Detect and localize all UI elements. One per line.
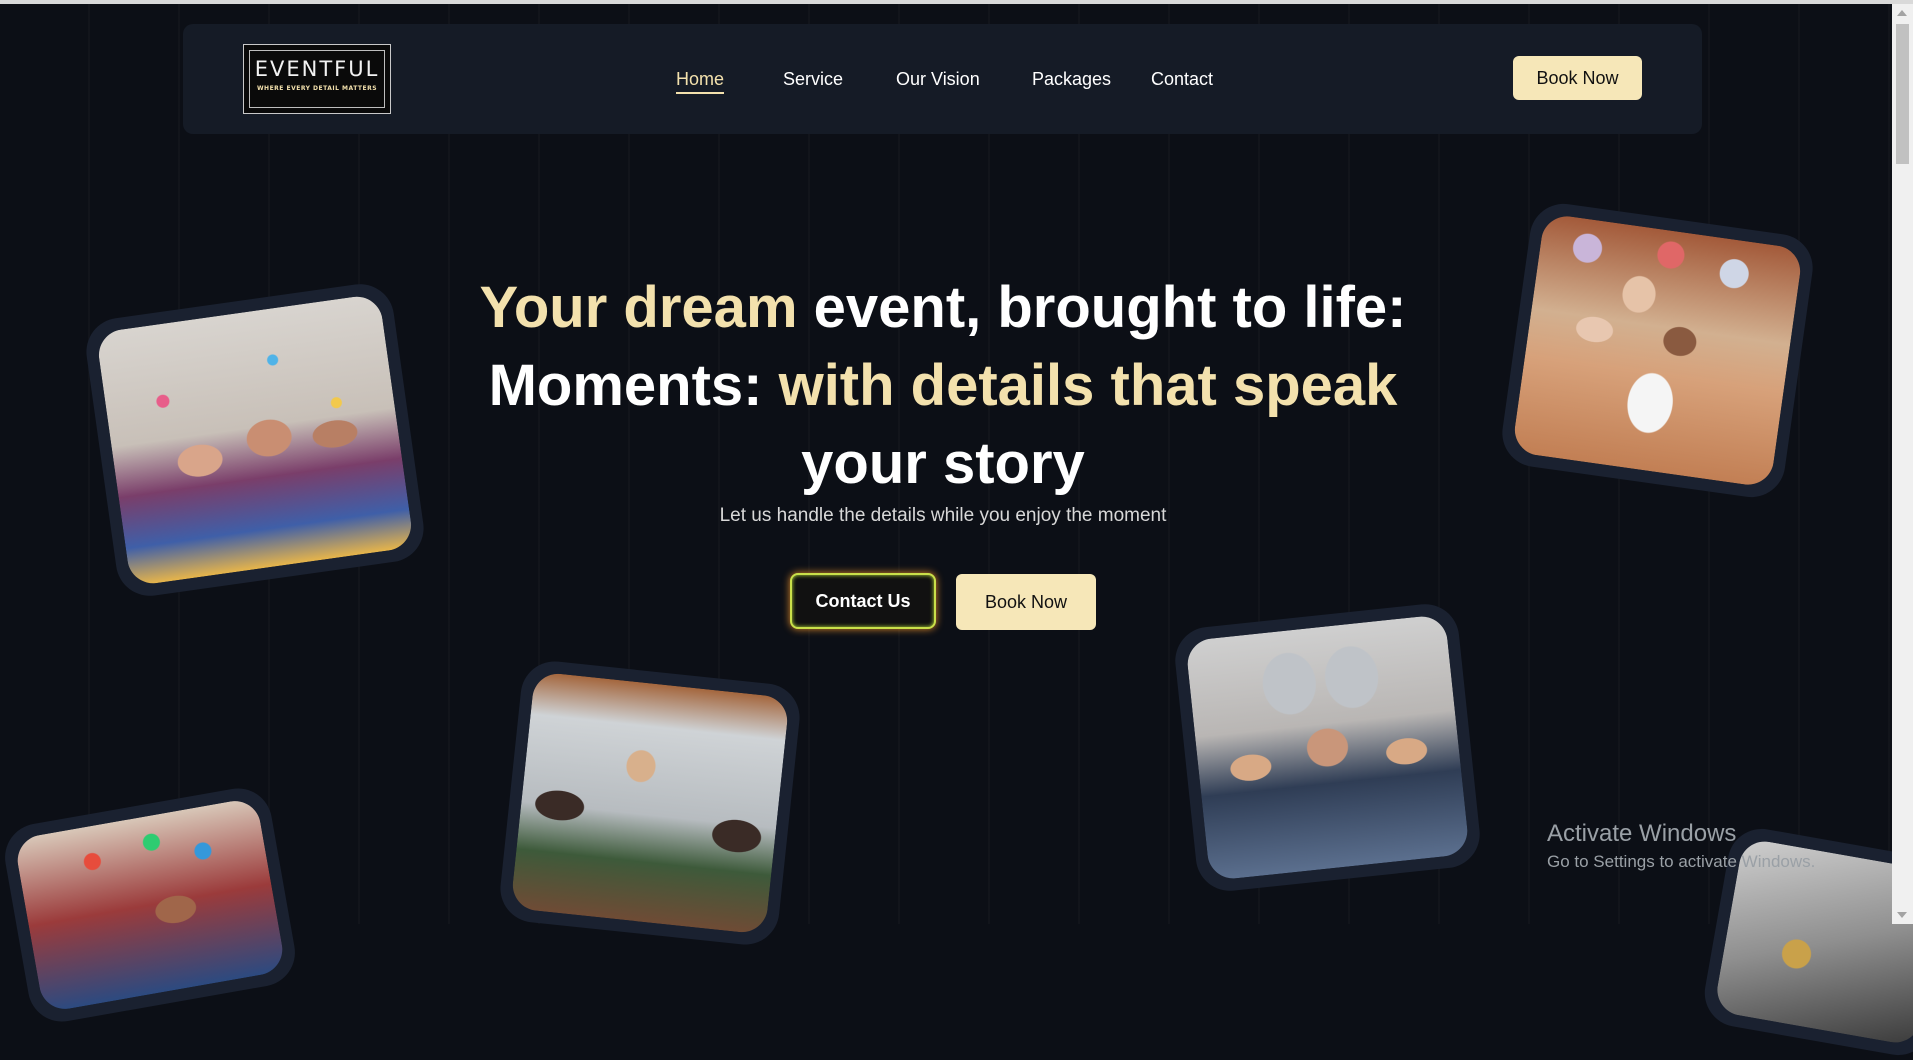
- activate-windows-hint: Go to Settings to activate Windows.: [1547, 852, 1816, 871]
- activate-windows-watermark: Activate Windows Go to Settings to activ…: [1547, 820, 1815, 872]
- hero-title-part3: Moments:: [488, 352, 779, 418]
- activate-windows-title: Activate Windows: [1547, 820, 1737, 847]
- eventful-logo[interactable]: EVENTFUL WHERE EVERY DETAIL MATTERS: [243, 44, 391, 114]
- hero-subtitle: Let us handle the details while you enjo…: [719, 505, 1167, 526]
- scrollbar-thumb[interactable]: [1896, 24, 1909, 164]
- vertical-scrollbar[interactable]: [1892, 4, 1913, 924]
- hero-book-now-button[interactable]: Book Now: [956, 574, 1096, 630]
- outdoor-dinner-photo: [497, 658, 803, 948]
- party-confetti-photo: [82, 279, 428, 601]
- sweet-16-party-photo: [1171, 600, 1484, 895]
- nav-contact[interactable]: Contact: [1151, 69, 1213, 90]
- nav-service[interactable]: Service: [783, 69, 843, 90]
- navbar: EVENTFUL WHERE EVERY DETAIL MATTERS Home…: [183, 24, 1702, 134]
- scroll-up-icon[interactable]: [1897, 10, 1907, 16]
- logo-tagline: WHERE EVERY DETAIL MATTERS: [256, 85, 378, 92]
- hero-title-part1: Your dream: [479, 274, 798, 340]
- logo-title: EVENTFUL: [254, 57, 380, 81]
- scroll-down-icon[interactable]: [1897, 912, 1907, 918]
- nav-book-now-button[interactable]: Book Now: [1513, 56, 1642, 100]
- hero-title: Your dream event, brought to life: Momen…: [470, 269, 1416, 503]
- nav-home[interactable]: Home: [676, 69, 725, 94]
- family-birthday-photo: [1497, 199, 1818, 502]
- nav-our-vision[interactable]: Our Vision: [896, 69, 980, 90]
- hero-title-part4: with details that speak: [778, 352, 1398, 418]
- hero-title-part5: your story: [801, 430, 1085, 496]
- nav-packages[interactable]: Packages: [1032, 69, 1111, 90]
- hero-title-part2: event, brought to life:: [797, 274, 1407, 340]
- contact-us-button[interactable]: Contact Us: [790, 573, 936, 629]
